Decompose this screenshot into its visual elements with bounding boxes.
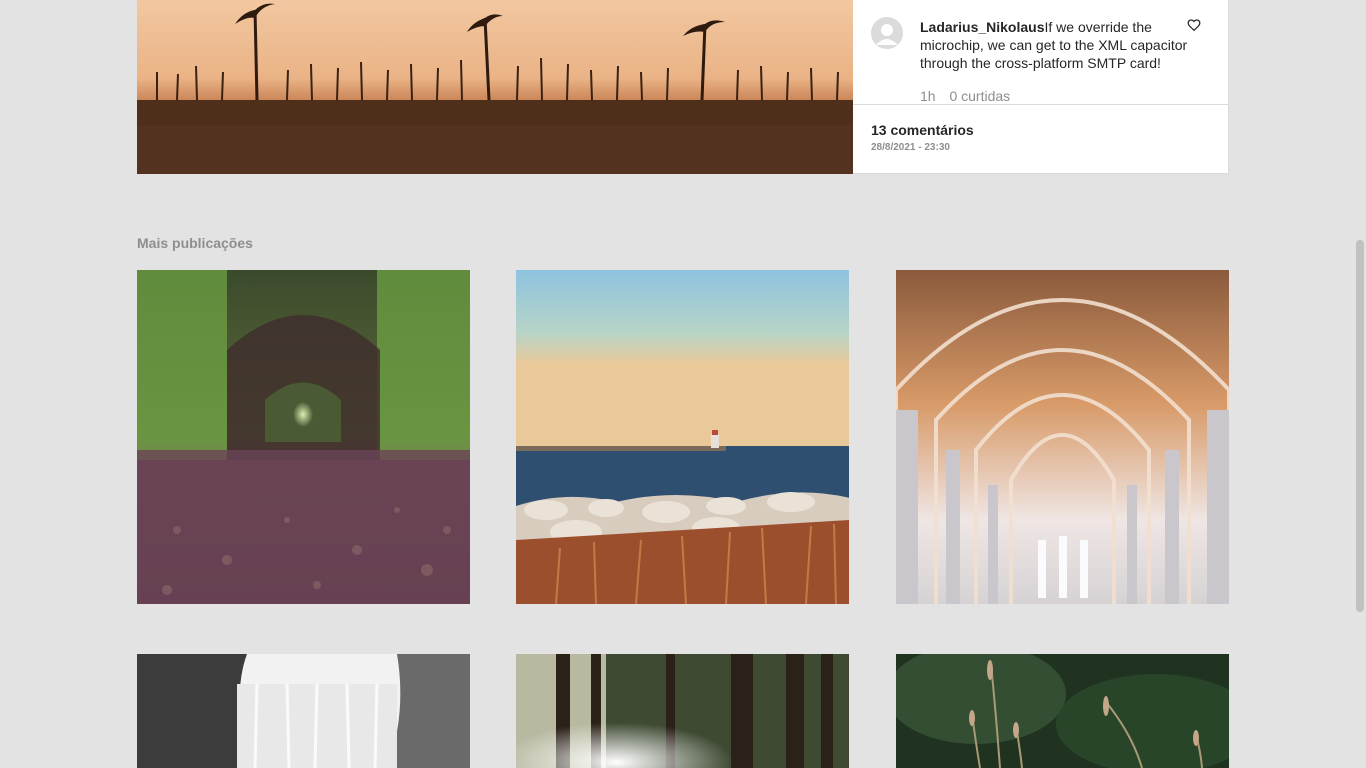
comment-likes[interactable]: 0 curtidas [949, 88, 1010, 104]
post-thumbnail-forest-tunnel[interactable] [137, 270, 470, 604]
post-panel: Ladarius_NikolausIf we override the micr… [853, 0, 1229, 174]
post-thumbnail-waterfall[interactable] [137, 654, 470, 768]
scrollbar[interactable] [1356, 240, 1364, 612]
post-image[interactable] [137, 0, 853, 174]
page: Ladarius_NikolausIf we override the micr… [0, 0, 1366, 768]
comment-username[interactable]: Ladarius_Nikolaus [920, 19, 1045, 35]
comment-meta: 1h 0 curtidas [920, 88, 1020, 104]
palm-trees-sunset-image [137, 0, 853, 174]
comment: Ladarius_NikolausIf we override the micr… [920, 18, 1190, 72]
post-thumbnail-church-interior[interactable] [896, 270, 1229, 604]
more-posts-title: Mais publicações [137, 235, 253, 251]
comment-time: 1h [920, 88, 936, 104]
comments-count[interactable]: 13 comentários [871, 122, 974, 138]
post-date: 28/8/2021 - 23:30 [871, 142, 950, 153]
divider [853, 104, 1228, 105]
post-thumbnail-forest-sunlight[interactable] [516, 654, 849, 768]
post-thumbnail-lake-lighthouse[interactable] [516, 270, 849, 604]
post-thumbnail-grass-closeup[interactable] [896, 654, 1229, 768]
heart-icon[interactable] [1187, 18, 1201, 32]
user-avatar-icon[interactable] [871, 17, 903, 49]
